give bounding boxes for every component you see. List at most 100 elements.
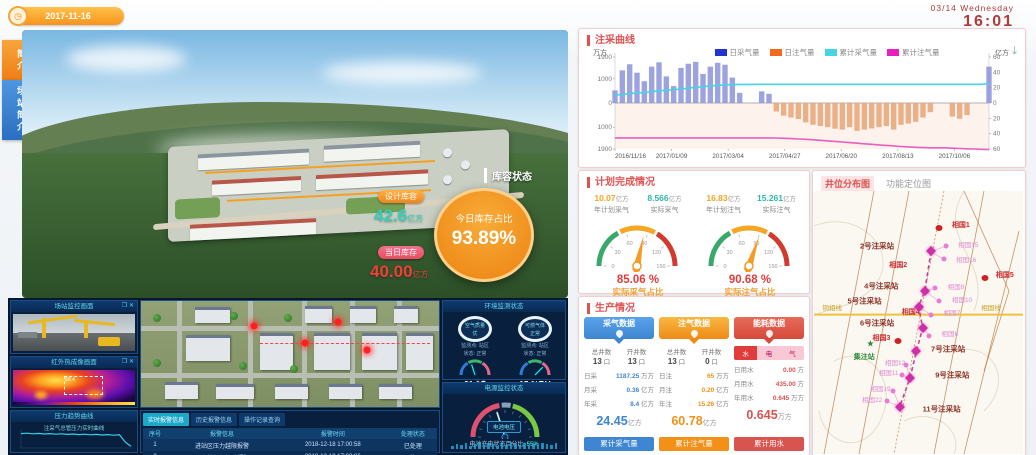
production-card: 能耗数据水电气日用水0.00 方月用水435.00 方年用水0.645 万方0.… xyxy=(734,317,804,451)
alarm-dot[interactable] xyxy=(301,340,308,347)
svg-text:1000: 1000 xyxy=(598,76,613,83)
production-stat-row: 年采8.4 亿方 xyxy=(584,398,654,408)
actual-injection-value: 15.261亿方 xyxy=(750,193,803,205)
plan-gas-value: 10.07亿方 xyxy=(585,193,638,205)
camera-feed[interactable] xyxy=(13,314,135,351)
building xyxy=(216,384,255,400)
building xyxy=(329,384,362,400)
alarm-row[interactable]: 1进站区压力越限报警2018-12-18 17:00:58已处理 xyxy=(143,439,437,451)
well-dot[interactable] xyxy=(943,244,948,249)
svg-text:2017/03/04: 2017/03/04 xyxy=(712,153,744,160)
well-dot[interactable] xyxy=(926,333,931,338)
clock-icon: ◷ xyxy=(8,6,28,26)
well-dot[interactable] xyxy=(937,299,942,304)
station-label: 9号注采站 xyxy=(935,370,969,381)
droplet-icon xyxy=(764,329,774,339)
tree xyxy=(290,365,298,373)
cumulative-button[interactable]: 累计用水 xyxy=(734,437,804,451)
power-bar xyxy=(492,444,495,449)
well-dot[interactable] xyxy=(941,257,946,262)
power-bar xyxy=(478,442,481,449)
gas-injection-gauge-block: 16.83亿方 15.261亿方 年计划注气 实际注气 030609012015… xyxy=(697,193,803,289)
well-dot[interactable] xyxy=(891,388,896,393)
thermal-feed[interactable]: 68.4 xyxy=(13,370,135,405)
alarm-link-line xyxy=(260,343,430,344)
svg-text:60: 60 xyxy=(993,146,1001,153)
well-label: 相国19 xyxy=(870,383,890,393)
alarm-table: 序号报警信息报警时间处理状态1进站区压力越限报警2018-12-18 17:00… xyxy=(143,428,437,455)
droplet-icon xyxy=(689,329,699,339)
power-bar xyxy=(474,444,477,449)
plan-panel: 计划完成情况 10.07亿方 8.566亿方 年计划采气 实际采气 030609… xyxy=(578,170,810,294)
svg-text:0: 0 xyxy=(611,264,614,270)
date-badge[interactable]: ◷ 2017-11-16 xyxy=(12,7,124,25)
droplet-icon xyxy=(614,329,624,339)
building xyxy=(260,333,293,370)
red-well-dot[interactable] xyxy=(894,338,901,344)
svg-text:30: 30 xyxy=(615,250,621,256)
utility-tab[interactable]: 水 xyxy=(734,346,757,360)
plant-schematic[interactable] xyxy=(140,300,440,408)
today-storage-value: 40.00亿方 xyxy=(370,262,429,282)
alarm-row[interactable]: 21#压缩机组振动超限2018-12-18 17:03:26已处理 xyxy=(143,451,437,455)
alarm-tab[interactable]: 历史报警信息 xyxy=(191,413,237,426)
hub-station-marker[interactable]: ★ xyxy=(866,338,874,349)
pipeline-label: 铜相线 xyxy=(822,302,842,312)
injection-percent: 90.68 % xyxy=(697,274,803,286)
svg-text:0: 0 xyxy=(993,100,997,107)
production-card-header: 能耗数据 xyxy=(734,317,804,339)
alarm-tab[interactable]: 实时报警信息 xyxy=(143,413,189,426)
storage-ratio-value: 93.89% xyxy=(437,228,531,250)
alarm-col-header: 处理状态 xyxy=(389,428,437,439)
svg-text:150: 150 xyxy=(768,264,777,270)
power-bar xyxy=(514,444,517,449)
cumulative-value: 0.645万方 xyxy=(734,408,804,422)
banner-notch xyxy=(688,338,700,344)
production-panel: 生产情况 采气数据总井数13 口开井数13 口日采1187.25 万方月采0.3… xyxy=(578,296,810,455)
cumulative-button[interactable]: 累计采气量 xyxy=(584,437,654,451)
svg-text:30: 30 xyxy=(727,250,733,256)
utility-tab[interactable]: 气 xyxy=(781,346,804,360)
well-dot[interactable] xyxy=(929,312,934,317)
production-title: 生产情况 xyxy=(587,303,635,314)
red-well-dot[interactable] xyxy=(936,225,943,231)
well-counts: 总井数13 口开井数0 口 xyxy=(659,346,729,366)
truck xyxy=(98,337,120,346)
power-bar xyxy=(541,443,544,449)
plan-title: 计划完成情况 xyxy=(587,177,655,188)
well-dot[interactable] xyxy=(899,373,904,378)
production-cards: 采气数据总井数13 口开井数13 口日采1187.25 万方月采0.36 亿方年… xyxy=(584,317,804,451)
station-label: 6号注采站 xyxy=(860,317,894,328)
alarm-tab[interactable]: 操作记录查询 xyxy=(239,413,285,426)
svg-text:2017/08/13: 2017/08/13 xyxy=(882,153,914,160)
production-gauge: 0306090120150 xyxy=(585,216,689,272)
power-bar xyxy=(555,443,558,449)
tree xyxy=(153,359,161,367)
expand-icon[interactable]: ❐ ✕ xyxy=(122,357,134,368)
expand-icon[interactable]: ❐ ✕ xyxy=(122,301,134,312)
thermal-focus-box: 68.4 xyxy=(64,376,103,395)
building xyxy=(186,335,231,361)
env-ring-indicator: 空气质量优 xyxy=(458,316,492,342)
building xyxy=(394,306,418,323)
curve-chart: 万方亿方1900100001000190060402002040602016/1… xyxy=(579,45,1023,165)
power-bar xyxy=(483,445,486,449)
power-history-bars xyxy=(451,440,557,449)
utility-tab[interactable]: 电 xyxy=(757,346,780,360)
banner-notch xyxy=(763,338,775,344)
red-well-dot[interactable] xyxy=(982,275,989,281)
alarm-dot[interactable] xyxy=(251,323,258,330)
thermal-panel-title: 红外热成像画面❐ ✕ xyxy=(11,357,137,368)
well-label: 相国6 xyxy=(941,328,958,338)
storage-status-title: 库容状态 xyxy=(484,168,532,183)
svg-text:60: 60 xyxy=(993,54,1001,61)
well-dot[interactable] xyxy=(933,286,938,291)
cumulative-button[interactable]: 累计注气量 xyxy=(659,437,729,451)
building xyxy=(379,384,412,400)
curve-panel: 注采曲线 日采气量日注气量累计采气量累计注气量 ⤓ 万方亿方1900100001… xyxy=(578,28,1026,168)
well-label: 相国10 xyxy=(952,294,972,304)
well-dot[interactable] xyxy=(885,399,890,404)
alarm-dot[interactable] xyxy=(334,319,341,326)
top-clock: 03/14 Wednesday 16:01 xyxy=(931,3,1014,31)
alarm-dot[interactable] xyxy=(364,346,371,353)
